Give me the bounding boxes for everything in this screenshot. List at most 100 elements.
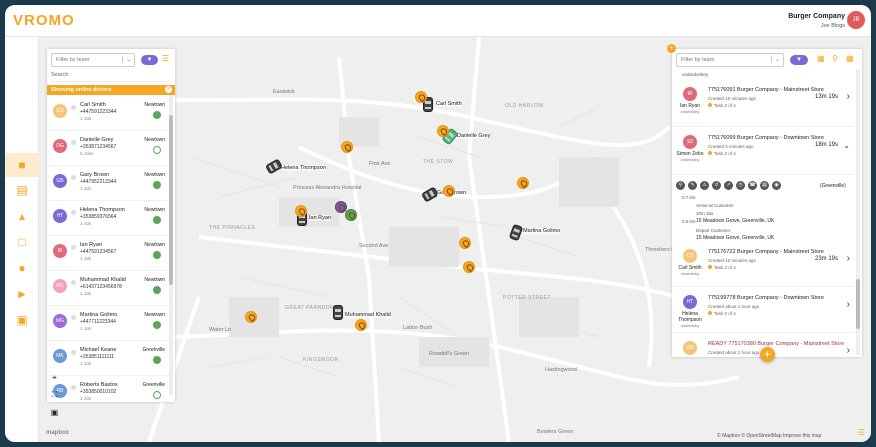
driver-status-indicator [153,181,161,189]
map-attribution[interactable]: © Mapbox © OpenStreetMap Improve this ma… [717,433,821,439]
driver-list-item[interactable]: MG Martina Golimo +447711223344 1 Job Newtow… [47,307,169,341]
search-icon[interactable]: ⚲ [832,54,838,63]
driver-list-scrollbar[interactable] [169,95,173,395]
online-banner-text: Showing online drivers [51,87,112,93]
driver-list-item[interactable]: RB Roberts Bastos +353850010102 1 Job Greenv… [47,377,169,402]
task-pin[interactable] [295,205,307,217]
driver-list-item[interactable]: GB Gary Brown +447952213344 1 Job Newtown [47,167,169,201]
driver-car-label: Ian Ryan [309,215,332,221]
search-icon[interactable]: ⚲ [676,181,685,190]
company-name: Burger Company [788,13,845,20]
driver-list-item[interactable]: DG Danielle Grey +353871234567 0 Jobs Newtow… [47,132,169,166]
driver-jobs: 1 Job [80,396,92,401]
driver-list-item[interactable]: HT Helena Thompson +353859376564 1 Job Newto… [47,202,169,236]
chevron-right-icon[interactable]: › [847,253,850,264]
driver-name: Michael Keane [80,347,117,353]
driver-search-input[interactable]: Search [51,72,169,82]
clock-icon[interactable]: ◷ [736,181,745,190]
grid-icon[interactable]: ▦ [846,54,854,63]
order-title: 775176722 Burger Company - Mainstreet St… [708,249,824,255]
side-nav: ■ ▤ ▴ □ ● ► ▣ [5,37,39,442]
collapse-panel-icon[interactable]: + [667,44,676,53]
chevron-right-icon[interactable]: › [847,345,850,356]
order-card[interactable]: CS Carl Smith underdoky 775176722 Burger … [672,243,854,287]
order-created: Created 10 minutes ago [708,258,757,263]
chevron-right-icon[interactable]: › [847,91,850,102]
task-distance: 0.7 km [682,195,696,200]
close-icon[interactable]: × [165,86,172,93]
reports-icon[interactable]: ▣ [14,313,30,327]
driver-presence-dot [71,350,76,355]
driver-avatar: HT [683,295,697,309]
driver-list-item[interactable]: IR Ian Ryan +447591234567 1 Job Newtown [47,237,169,271]
driver-jobs: 1 Job [80,291,92,296]
undo-icon[interactable]: ↺ [712,181,721,190]
clipboard-icon[interactable]: ▤ [760,181,769,190]
driver-car-label: Muhammad Khalid [345,312,391,318]
add-order-button[interactable]: + [760,347,775,362]
task-pin[interactable] [341,141,353,153]
whatsapp-icon[interactable]: ☎ [748,181,757,190]
analytics-icon[interactable]: ▴ [14,209,30,223]
map-label-second-ave: Second Ave [359,243,389,249]
driver-avatar: CS [53,104,67,118]
chat-icon[interactable]: ◉ [772,181,781,190]
order-card[interactable]: HT Helena Thompson underdoky 775199778 Bu… [672,289,854,333]
task-pin[interactable] [517,177,529,189]
dashboard-icon[interactable]: ■ [5,153,39,177]
task-pin[interactable] [443,185,455,197]
task-pin[interactable] [245,311,257,323]
driver-list-item[interactable]: MK Muhammad Khalid +61437123456978 1 Job New… [47,272,169,306]
driver-name: Danielle Grey [80,137,114,143]
driver-list-item[interactable]: CS Carl Smith +447591223344 1 Job Newtown [47,97,169,131]
lock-icon[interactable]: ▣ [49,407,60,418]
documents-icon[interactable]: □ [14,235,30,249]
driver-phone: +447591223344 [80,109,117,115]
calendar-icon[interactable]: ▦ [817,54,825,63]
chevron-down-icon[interactable]: ⌄ [843,141,850,150]
driver-presence-dot [71,210,76,215]
map-label-rowdells-green: Rowdell's Green [429,351,470,357]
driver-team: Newtown [144,277,165,283]
task-pin[interactable] [463,261,475,273]
driver-avatar: HT [53,209,67,223]
task-pin[interactable] [459,237,471,249]
driver-avatar: GB [683,341,697,355]
warning-icon[interactable]: ⚠ [700,181,709,190]
chevron-right-icon[interactable]: › [847,299,850,310]
task-pin[interactable] [415,91,427,103]
driver-car-label: Carl Smith [436,101,462,107]
user-avatar[interactable]: JB [847,11,865,29]
menu-icon[interactable]: ☰ [162,54,169,63]
driver-car-marker[interactable] [333,305,343,320]
brand-logo[interactable]: VROMO [13,12,75,29]
driver-avatar: CS [683,249,697,263]
orders-icon[interactable]: ▤ [14,183,30,197]
task-pin[interactable] [355,319,367,331]
order-card[interactable]: SZ Simon Zebo underdoky 775176099 Burger … [672,129,854,175]
share-icon[interactable]: ↗ [724,181,733,190]
driver-jobs: 1 Job [80,221,92,226]
locate-icon[interactable]: ⌖ [49,372,60,383]
task-pin[interactable] [437,125,449,137]
orders-team-filter-select[interactable]: Filter by team ⌄ [676,53,784,67]
filter-funnel-button[interactable]: ▼ [141,55,158,65]
driver-list-item[interactable]: MK Michael Keane +353851111111 1 Job Greenvi… [47,342,169,376]
team-filter-select[interactable]: Filter by team ⌄ [51,53,135,67]
task-pin[interactable] [345,209,357,221]
edit-icon[interactable]: ✎ [688,181,697,190]
driver-status-indicator [153,356,161,364]
driver-avatar: GB [53,174,67,188]
orders-filter-funnel-button[interactable]: ▼ [790,55,808,65]
order-card[interactable]: IR Ian Ryan underdoky 775176091 Burger Co… [672,81,854,127]
marketing-icon[interactable]: ► [14,287,30,301]
team-filter-placeholder: Filter by team [56,57,90,63]
layers-icon[interactable]: ☰ [858,428,865,437]
driver-presence-dot [71,245,76,250]
map-label-potter-street: POTTER STREET [503,295,551,301]
depart-label: Depart Customer [696,228,731,233]
drivers-icon[interactable]: ● [14,261,30,275]
orders-scrollbar[interactable] [856,69,860,355]
fullscreen-icon[interactable]: ⛶ [49,389,60,400]
order-tasks: Task 2 of 4 [708,103,736,108]
